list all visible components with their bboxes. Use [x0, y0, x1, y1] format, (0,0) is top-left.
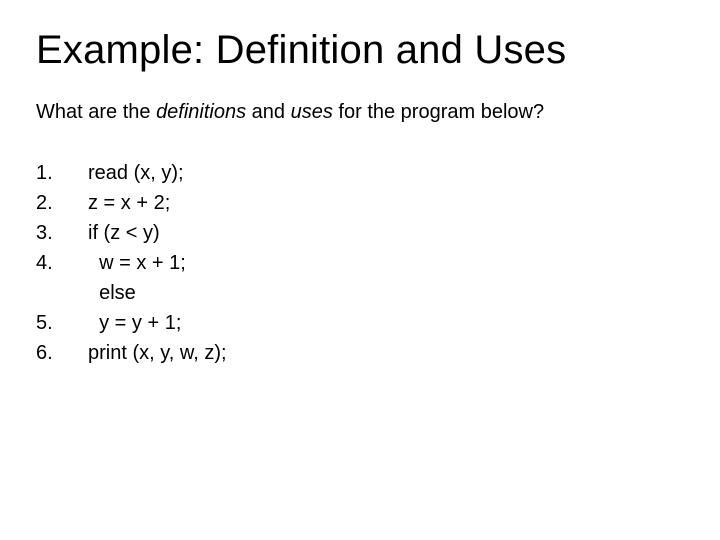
code-line-5: 5. y = y + 1;	[36, 308, 684, 338]
question-frag-1: What are the	[36, 101, 156, 123]
question-italic-definitions: definitions	[156, 101, 246, 123]
code-line-2: 2. z = x + 2;	[36, 188, 684, 218]
code-line-else: else	[36, 278, 684, 308]
question-text: What are the definitions and uses for th…	[36, 101, 684, 124]
line-code: z = x + 2;	[88, 188, 170, 218]
line-number: 4.	[36, 248, 88, 278]
line-number: 6.	[36, 338, 88, 368]
line-code: y = y + 1;	[88, 308, 181, 338]
question-frag-2: and	[246, 101, 290, 123]
code-line-1: 1. read (x, y);	[36, 158, 684, 188]
line-number: 5.	[36, 308, 88, 338]
line-code: if (z < y)	[88, 218, 160, 248]
code-line-3: 3. if (z < y)	[36, 218, 684, 248]
line-number: 1.	[36, 158, 88, 188]
line-code: else	[88, 278, 136, 308]
line-number: 3.	[36, 218, 88, 248]
question-italic-uses: uses	[291, 101, 333, 123]
line-code: w = x + 1;	[88, 248, 186, 278]
code-line-6: 6. print (x, y, w, z);	[36, 338, 684, 368]
line-code: print (x, y, w, z);	[88, 338, 227, 368]
question-frag-3: for the program below?	[333, 101, 544, 123]
line-code: read (x, y);	[88, 158, 184, 188]
code-line-4: 4. w = x + 1;	[36, 248, 684, 278]
slide-title: Example: Definition and Uses	[36, 28, 684, 73]
line-number: 2.	[36, 188, 88, 218]
code-listing: 1. read (x, y); 2. z = x + 2; 3. if (z <…	[36, 158, 684, 368]
line-number	[36, 278, 88, 308]
slide: Example: Definition and Uses What are th…	[0, 0, 720, 540]
